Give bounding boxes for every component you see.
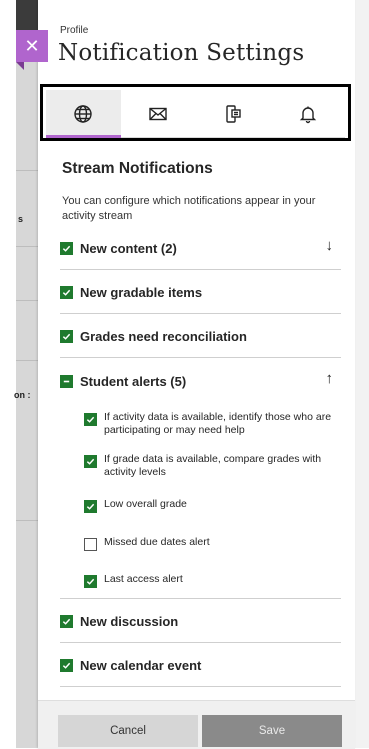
close-button[interactable]: ✕: [16, 30, 48, 70]
bell-icon: [299, 106, 316, 123]
divider: [16, 300, 38, 301]
option-label: Grades need reconciliation: [80, 328, 247, 344]
checkbox-checked[interactable]: [84, 413, 97, 426]
tab-alerts[interactable]: [270, 90, 345, 137]
option-new-content[interactable]: New content (2) ↓: [60, 227, 341, 270]
expand-arrow-down-icon[interactable]: ↓: [326, 237, 334, 254]
background-text-fragment: on :: [14, 390, 31, 400]
divider: [16, 170, 38, 171]
checkbox-checked[interactable]: [60, 329, 73, 343]
sub-option-grade-activity[interactable]: If grade data is available, compare grad…: [84, 453, 341, 479]
notification-settings-panel: Profile Notification Settings Stream Not…: [38, 0, 355, 749]
option-label: Student alerts (5): [80, 374, 187, 389]
close-icon: ✕: [24, 35, 40, 56]
checkbox-checked[interactable]: [60, 285, 73, 299]
checkbox-checked[interactable]: [60, 241, 73, 255]
check-icon: [62, 618, 71, 625]
option-label: New content (2): [80, 240, 177, 256]
divider: [16, 246, 38, 247]
background-page: s on :: [0, 0, 38, 748]
background-text-fragment: s: [18, 214, 24, 224]
sub-option-label: If activity data is available, identify …: [104, 411, 332, 436]
checkbox-checked[interactable]: [84, 455, 97, 468]
panel-footer: Cancel Save: [38, 700, 355, 749]
option-new-discussion[interactable]: New discussion: [60, 600, 341, 643]
option-label: New discussion: [80, 613, 179, 629]
save-button[interactable]: Save: [202, 715, 342, 747]
sub-option-low-grade[interactable]: Low overall grade: [84, 498, 341, 513]
section-description: You can configure which notifications ap…: [62, 195, 316, 222]
checkbox-indeterminate[interactable]: [60, 375, 73, 388]
mobile-push-icon: [226, 104, 241, 123]
sub-option-participation[interactable]: If activity data is available, identify …: [84, 411, 341, 437]
checkbox-checked[interactable]: [60, 614, 73, 628]
tab-email[interactable]: [121, 90, 196, 137]
check-icon: [86, 416, 95, 423]
option-grades-need-reconciliation[interactable]: Grades need reconciliation: [60, 315, 341, 358]
check-icon: [62, 333, 71, 340]
sub-option-label: Missed due dates alert: [104, 536, 210, 548]
option-new-calendar-event[interactable]: New calendar event: [60, 644, 341, 687]
option-student-alerts[interactable]: Student alerts (5) ↑: [60, 360, 341, 403]
sub-option-label: If grade data is available, compare grad…: [104, 453, 322, 478]
notification-tabs: [46, 90, 345, 138]
option-label: New gradable items: [80, 284, 203, 300]
check-icon: [86, 578, 95, 585]
background-header: [16, 0, 38, 30]
tab-push[interactable]: [196, 90, 271, 137]
check-icon: [86, 503, 95, 510]
breadcrumb: Profile: [60, 25, 89, 36]
option-label: New calendar event: [80, 657, 202, 673]
sub-option-last-access[interactable]: Last access alert: [84, 573, 341, 588]
background-edge: [0, 0, 16, 748]
checkbox-checked[interactable]: [84, 575, 97, 588]
envelope-icon: [149, 107, 167, 120]
checkbox-checked[interactable]: [84, 500, 97, 513]
cancel-button[interactable]: Cancel: [58, 715, 198, 747]
divider: [16, 360, 38, 361]
section-title: Stream Notifications: [62, 160, 213, 177]
tabs-highlight-frame: [40, 84, 351, 141]
collapse-arrow-up-icon[interactable]: ↑: [326, 370, 334, 387]
minus-icon: [63, 380, 70, 383]
background-right-edge: [354, 0, 369, 748]
tab-stream[interactable]: [46, 90, 121, 138]
divider: [60, 598, 341, 599]
check-icon: [62, 289, 71, 296]
sub-option-label: Last access alert: [104, 573, 183, 585]
check-icon: [62, 662, 71, 669]
page-title: Notification Settings: [58, 40, 305, 66]
checkbox-unchecked[interactable]: [84, 538, 97, 551]
checkbox-checked[interactable]: [60, 658, 73, 672]
divider: [16, 520, 38, 521]
sub-option-label: Low overall grade: [104, 498, 187, 510]
check-icon: [62, 245, 71, 252]
globe-icon: [74, 104, 93, 123]
option-new-gradable-items[interactable]: New gradable items: [60, 271, 341, 314]
check-icon: [86, 458, 95, 465]
sub-option-missed-due-dates[interactable]: Missed due dates alert: [84, 536, 341, 551]
